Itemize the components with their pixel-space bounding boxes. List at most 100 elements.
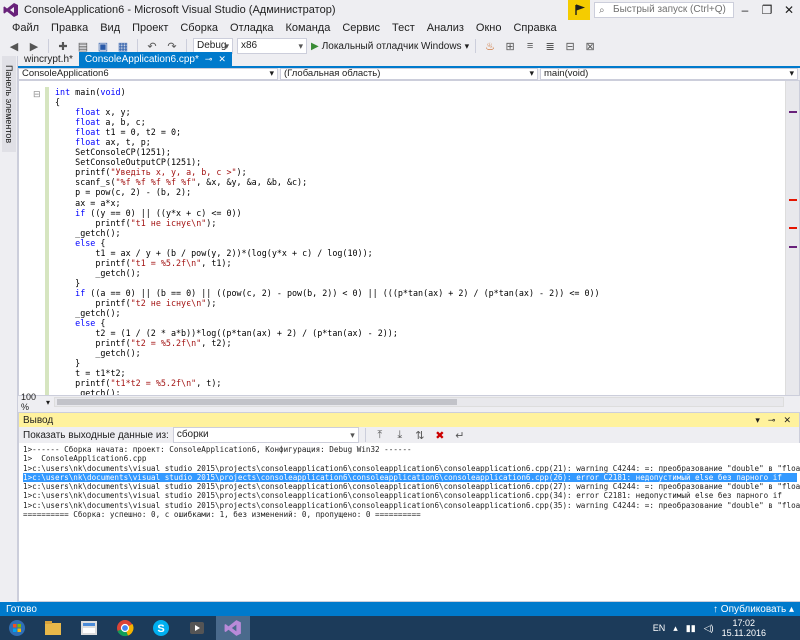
code-line[interactable]: int main(void) xyxy=(55,87,600,97)
maximize-button[interactable]: ❐ xyxy=(756,0,778,20)
code-line[interactable]: if ((y == 0) || ((y*x + c) <= 0)) xyxy=(55,208,600,218)
pin-icon[interactable]: ⊸ xyxy=(768,415,776,426)
code-line[interactable]: printf("Уведіть x, y, a, b, c >"); xyxy=(55,167,600,177)
code-line[interactable]: float a, b, c; xyxy=(55,117,600,127)
code-line[interactable]: printf("t1*t2 = %5.2f\n", t); xyxy=(55,378,600,388)
code-line[interactable]: float x, y; xyxy=(55,107,600,117)
menu-edit[interactable]: Правка xyxy=(45,20,94,36)
scroll-thumb[interactable] xyxy=(57,399,458,405)
menu-debug[interactable]: Отладка xyxy=(224,20,279,36)
code-line[interactable]: { xyxy=(55,97,600,107)
code-line[interactable]: printf("t2 не існує\n"); xyxy=(55,298,600,308)
tab-wincrypt[interactable]: wincrypt.h* xyxy=(18,52,79,66)
quick-launch-input[interactable]: ⌕ Быстрый запуск (Ctrl+Q) xyxy=(594,2,734,18)
code-line[interactable]: } xyxy=(55,358,600,368)
code-line[interactable]: printf("t1 = %5.2f\n", t1); xyxy=(55,258,600,268)
file-manager-icon[interactable] xyxy=(72,616,106,640)
code-line[interactable]: t1 = ax / y + (b / pow(y, 2))*(log(y*x +… xyxy=(55,248,600,258)
code-line[interactable]: p = pow(c, 2) - (b, 2); xyxy=(55,187,600,197)
close-tab-icon[interactable]: ✕ xyxy=(218,54,226,65)
pin-icon[interactable]: ⊸ xyxy=(205,54,213,65)
code-line[interactable]: t = t1*t2; xyxy=(55,368,600,378)
output-line[interactable]: 1>c:\users\nk\documents\visual studio 20… xyxy=(23,482,800,491)
code-line[interactable]: SetConsoleCP(1251); xyxy=(55,147,600,157)
editor-horizontal-scrollbar[interactable] xyxy=(54,397,784,407)
code-line[interactable]: float t1 = 0, t2 = 0; xyxy=(55,127,600,137)
explorer-icon[interactable] xyxy=(36,616,70,640)
code-line[interactable]: printf("t2 = %5.2f\n", t2); xyxy=(55,338,600,348)
code-line[interactable]: ax = a*x; xyxy=(55,198,600,208)
menu-analyze[interactable]: Анализ xyxy=(421,20,470,36)
zoom-level[interactable]: 100 % xyxy=(18,392,46,412)
toolbox-side-panel: Панель элементов xyxy=(0,56,18,602)
code-line[interactable]: _getch(); xyxy=(55,388,600,395)
menu-team[interactable]: Команда xyxy=(280,20,337,36)
chevron-down-icon[interactable]: ▾ xyxy=(46,398,50,407)
code-line[interactable]: _getch(); xyxy=(55,348,600,358)
code-editor[interactable]: ⊟ int main(void){ float x, y; float a, b… xyxy=(18,80,800,396)
output-line[interactable]: 1>c:\users\nk\documents\visual studio 20… xyxy=(23,501,800,510)
code-line[interactable]: else { xyxy=(55,238,600,248)
output-line[interactable]: ========== Сборка: успешно: 0, с ошибкам… xyxy=(23,510,797,519)
code-line[interactable]: float ax, t, p; xyxy=(55,137,600,147)
code-line[interactable]: _getch(); xyxy=(55,268,600,278)
network-icon[interactable]: ▮▮ xyxy=(686,623,696,634)
close-button[interactable]: ✕ xyxy=(778,0,800,20)
project-select[interactable]: ConsoleApplication6 xyxy=(18,68,278,80)
output-line[interactable]: 1>------ Сборка начата: проект: ConsoleA… xyxy=(23,445,797,454)
next-message-icon[interactable]: ⇅ xyxy=(412,427,428,443)
language-indicator[interactable]: EN xyxy=(653,623,666,633)
code-line[interactable]: _getch(); xyxy=(55,228,600,238)
skype-icon[interactable]: S xyxy=(144,616,178,640)
find-message-icon[interactable]: ⤒ xyxy=(372,427,388,443)
code-line[interactable]: t2 = (1 / (2 * a*b))*log((p*tan(ax) + 2)… xyxy=(55,328,600,338)
menu-test[interactable]: Тест xyxy=(386,20,421,36)
output-line[interactable]: 1>c:\users\nk\documents\visual studio 20… xyxy=(23,491,797,500)
menu-project[interactable]: Проект xyxy=(126,20,174,36)
clock[interactable]: 17:02 15.11.2016 xyxy=(722,618,766,638)
word-wrap-icon[interactable]: ↵ xyxy=(452,427,468,443)
code-line[interactable]: scanf_s("%f %f %f %f %f", &x, &y, &a, &b… xyxy=(55,177,600,187)
show-hidden-icons-icon[interactable]: ▴ xyxy=(673,623,678,634)
window-controls: – ❐ ✕ xyxy=(734,0,800,20)
output-source-select[interactable]: сборки xyxy=(172,427,359,443)
code-line[interactable]: } xyxy=(55,278,600,288)
member-select[interactable]: main(void) xyxy=(540,68,798,80)
toolbox-tab[interactable]: Панель элементов xyxy=(2,56,16,152)
start-button[interactable] xyxy=(0,616,34,640)
previous-message-icon[interactable]: ⤓ xyxy=(392,427,408,443)
quick-launch-box[interactable]: ⌕ Быстрый запуск (Ctrl+Q) xyxy=(594,0,734,20)
code-line[interactable]: else { xyxy=(55,318,600,328)
menu-help[interactable]: Справка xyxy=(507,20,562,36)
editor-vertical-scrollbar[interactable] xyxy=(785,81,799,395)
visual-studio-icon[interactable] xyxy=(216,616,250,640)
code-line[interactable]: _getch(); xyxy=(55,308,600,318)
clear-all-icon[interactable]: ✖ xyxy=(432,427,448,443)
output-line[interactable]: 1>c:\users\nk\documents\visual studio 20… xyxy=(23,472,797,483)
code-line[interactable]: printf("t1 не існує\n"); xyxy=(55,218,600,228)
publish-button[interactable]: ↑ Опубликовать ▴ xyxy=(713,604,794,615)
output-line[interactable]: 1>c:\users\nk\documents\visual studio 20… xyxy=(23,464,800,473)
menu-tools[interactable]: Сервис xyxy=(336,20,386,36)
chevron-down-icon[interactable]: ▾ xyxy=(755,415,760,426)
notification-flag-icon[interactable] xyxy=(568,0,590,20)
menu-view[interactable]: Вид xyxy=(94,20,126,36)
chrome-icon[interactable] xyxy=(108,616,142,640)
code-line[interactable]: if ((a == 0) || (b == 0) || ((pow(c, 2) … xyxy=(55,288,599,298)
menu-file[interactable]: Файл xyxy=(6,20,45,36)
menu-build[interactable]: Сборка xyxy=(174,20,224,36)
search-icon: ⌕ xyxy=(599,5,605,16)
start-debugging-button[interactable]: ▶ Локальный отладчик Windows ▾ xyxy=(311,41,469,52)
scope-select[interactable]: (Глобальная область) xyxy=(280,68,538,80)
menu-window[interactable]: Окно xyxy=(470,20,508,36)
code-line[interactable]: SetConsoleOutputCP(1251); xyxy=(55,157,600,167)
output-line[interactable]: 1> ConsoleApplication6.cpp xyxy=(23,454,797,463)
code-text[interactable]: int main(void){ float x, y; float a, b, … xyxy=(55,87,600,395)
output-text[interactable]: 1>------ Сборка начата: проект: ConsoleA… xyxy=(19,443,800,601)
volume-icon[interactable]: ◁) xyxy=(704,623,714,634)
media-player-icon[interactable] xyxy=(180,616,214,640)
minimize-button[interactable]: – xyxy=(734,0,756,20)
collapse-icon[interactable]: ⊟ xyxy=(33,89,41,100)
tab-consoleapplication6-cpp[interactable]: ConsoleApplication6.cpp* ⊸ ✕ xyxy=(78,52,232,66)
close-icon[interactable]: ✕ xyxy=(783,415,791,426)
